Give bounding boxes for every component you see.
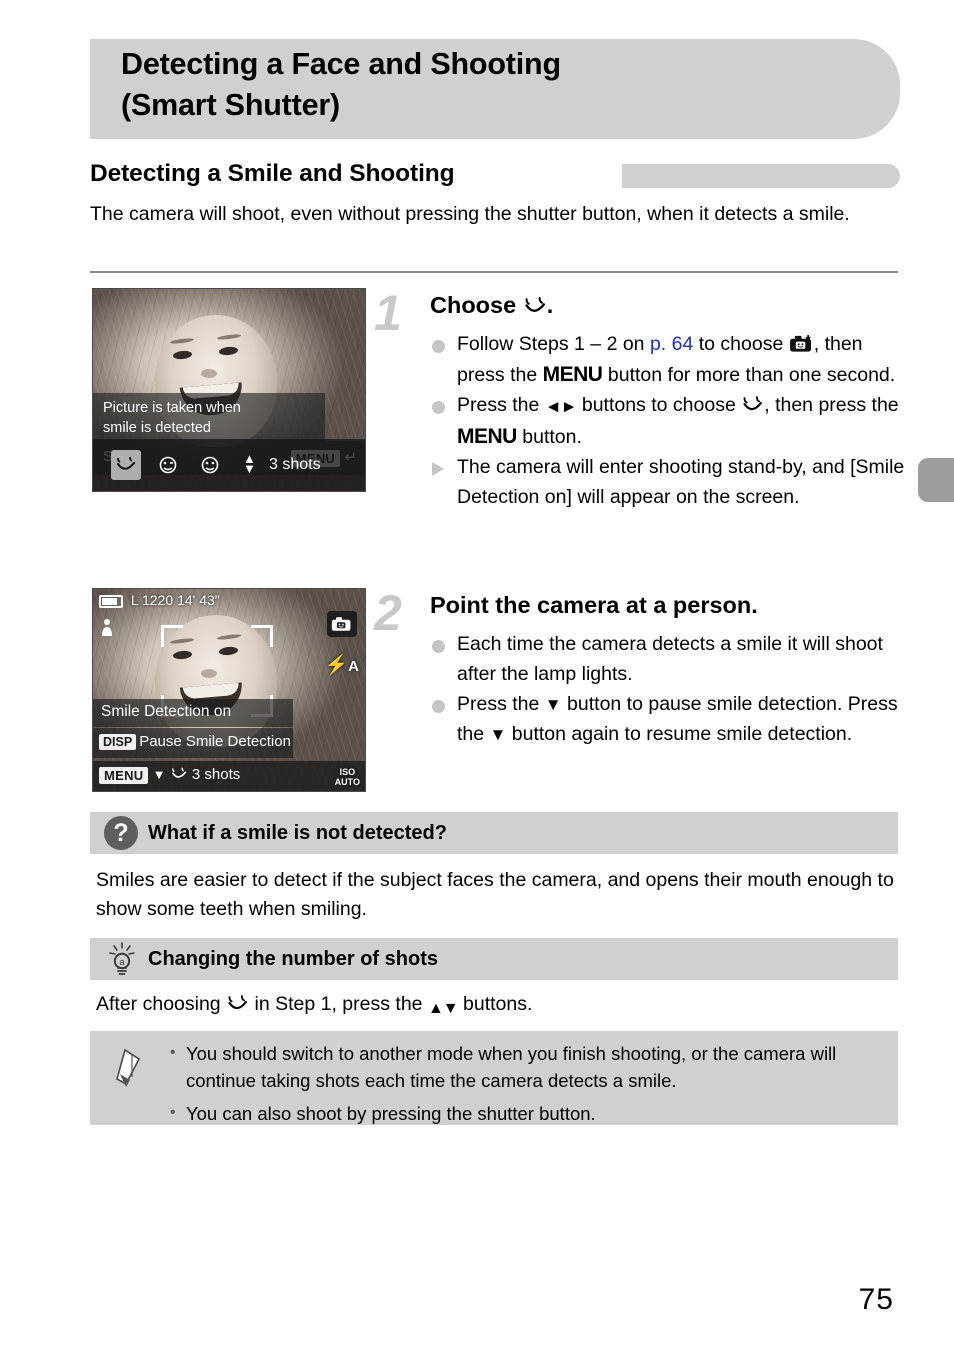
step-1-bullet-1: Follow Steps 1 – 2 on p. 64 to choose , … <box>430 330 910 390</box>
bullet-text: Press the <box>457 394 545 416</box>
page-number: 75 <box>858 1283 894 1316</box>
smile-face-icon <box>228 995 248 1010</box>
af-corner-top-right <box>251 625 273 647</box>
osd-bottom-bar: MENU ▼ 3 shots <box>93 761 365 791</box>
note-list: You should switch to another mode when y… <box>170 1039 882 1127</box>
face-self-timer-icon <box>201 456 219 474</box>
subject-nose <box>201 369 217 378</box>
mode-option-smile[interactable] <box>111 450 141 480</box>
tip-body-question: Smiles are easier to detect if the subje… <box>96 869 894 920</box>
section-header: Detecting a Smile and Shooting <box>90 160 900 192</box>
mode-option-wink-timer[interactable] <box>153 450 183 480</box>
down-arrow-icon: ▼ <box>544 695 562 714</box>
up-down-arrows-icon: ▲▼ <box>243 451 256 476</box>
tip-text: After choosing <box>96 993 227 1015</box>
tip-header-question: ? What if a smile is not detected? <box>90 812 898 854</box>
bottom-shots-label: 3 shots <box>191 766 241 783</box>
bullet-text: button for more than one second. <box>602 363 896 386</box>
question-mark-icon: ? <box>104 816 138 850</box>
step-1-heading-text: Choose <box>430 292 517 318</box>
osd-disp-hint: DISP Pause Smile Detection <box>93 728 293 758</box>
tip-text: buttons. <box>457 993 533 1015</box>
menu-chip: MENU <box>99 766 149 784</box>
bullet-text: button again to resume smile detection. <box>506 722 853 745</box>
shots-count-label: 3 shots <box>269 456 321 473</box>
horizontal-rule <box>90 271 898 273</box>
step-1-body: Follow Steps 1 – 2 on p. 64 to choose , … <box>430 330 910 513</box>
camera-screenshot-smile-menu: Picture is taken when smile is detected … <box>92 288 366 492</box>
osd-mode-selector: ▲ ▼ 3 shots <box>93 439 365 491</box>
bullet-text: Follow Steps 1 – 2 on <box>457 333 650 355</box>
step-1-result: The camera will enter shooting stand-by,… <box>430 453 910 512</box>
camera-smile-icon <box>331 617 351 631</box>
smile-face-icon <box>525 297 545 312</box>
page-title: Detecting a Face and Shooting (Smart Shu… <box>121 44 821 126</box>
note-item: You should switch to another mode when y… <box>170 1039 882 1094</box>
chapter-edge-tab <box>918 458 954 502</box>
tip-body-bulb: After choosing in Step 1, press the ▲▼ b… <box>96 990 896 1024</box>
shooting-mode-icon <box>102 619 112 636</box>
step-2-number: 2 <box>374 585 402 641</box>
page-title-line-2: (Smart Shutter) <box>121 88 340 122</box>
step-2-body: Each time the camera detects a smile it … <box>430 630 910 750</box>
top-info-text: L 1220 14' 43" <box>130 592 220 608</box>
bullet-text: Press the <box>457 693 545 715</box>
mode-option-face-timer[interactable] <box>195 450 225 480</box>
svg-text:a: a <box>119 957 124 967</box>
page-title-banner: Detecting a Face and Shooting (Smart Shu… <box>90 39 900 139</box>
bullet-text: to choose <box>693 333 789 355</box>
osd-message-line-2: smile is detected <box>103 420 211 436</box>
disp-chip: DISP <box>99 734 137 751</box>
section-intro: The camera will shoot, even without pres… <box>90 203 850 225</box>
camera-screenshot-standby: L 1220 14' 43" ⚡A Smile Detection on DIS… <box>92 588 366 792</box>
osd-message-box: Picture is taken when smile is detected <box>93 393 325 441</box>
note-box: You should switch to another mode when y… <box>90 1031 898 1127</box>
step-1-heading-suffix: . <box>546 292 554 318</box>
step-1-heading: Choose . <box>430 292 553 319</box>
tip-title: Changing the number of shots <box>148 947 438 970</box>
step-1-number: 1 <box>374 285 402 341</box>
pencil-icon <box>112 1047 148 1091</box>
step-2-bullet-2: Press the ▼ button to pause smile detect… <box>430 690 910 749</box>
step-2-bullet-1: Each time the camera detects a smile it … <box>430 630 910 689</box>
wink-self-timer-icon <box>159 456 177 474</box>
bullet-text: button. <box>516 425 582 448</box>
page-reference-link[interactable]: p. 64 <box>650 333 693 355</box>
osd-top-info-bar: L 1220 14' 43" <box>93 589 365 613</box>
disp-hint-text: Pause Smile Detection <box>139 733 291 750</box>
section-heading: Detecting a Smile and Shooting <box>90 160 463 188</box>
tip-text: in Step 1, press the <box>249 993 428 1015</box>
step-2-heading: Point the camera at a person. <box>430 592 758 618</box>
menu-button-label: MENU <box>457 424 517 448</box>
menu-button-label: MENU <box>542 362 603 386</box>
iso-label: ISO <box>339 767 356 777</box>
osd-status-line: Smile Detection on <box>93 699 293 727</box>
tip-header-bulb: a Changing the number of shots <box>90 938 898 980</box>
step-1-bullet-2: Press the ◄► buttons to choose , then pr… <box>430 391 910 452</box>
tip-title: What if a smile is not detected? <box>148 821 447 844</box>
smile-face-icon <box>743 396 763 411</box>
smile-face-icon <box>171 767 186 778</box>
battery-full-icon <box>99 594 123 608</box>
flash-auto-icon: ⚡A <box>324 655 359 676</box>
left-right-arrows-icon: ◄► <box>544 397 578 416</box>
iso-auto-label: AUTO <box>334 777 360 787</box>
iso-auto-indicator: ISO AUTO <box>335 767 360 787</box>
lightbulb-icon: a <box>107 940 137 978</box>
section-header-bar <box>622 164 900 188</box>
down-arrow-icon: ▼ <box>489 724 507 744</box>
up-down-arrows-icon: ▲▼ <box>427 1000 459 1017</box>
bullet-text: , then press the <box>764 394 899 416</box>
bullet-text: buttons to choose <box>576 394 742 416</box>
camera-smile-mode-badge <box>327 611 357 637</box>
camera-smile-icon <box>789 334 811 352</box>
page-title-line-1: Detecting a Face and Shooting <box>121 47 561 81</box>
down-arrow-icon: ▼ <box>152 767 166 782</box>
af-corner-top-left <box>161 625 183 647</box>
osd-message-line-1: Picture is taken when <box>103 400 241 416</box>
smile-face-icon <box>116 456 136 470</box>
note-item: You can also shoot by pressing the shutt… <box>170 1099 882 1127</box>
